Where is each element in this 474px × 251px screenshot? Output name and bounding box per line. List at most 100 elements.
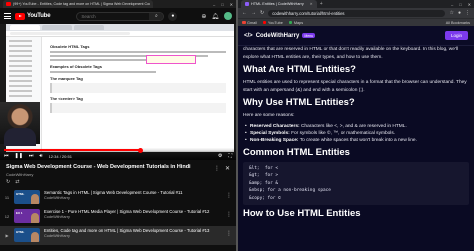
youtube-header: YouTube ⌕ ● ⊕ 🔔︎ xyxy=(0,8,236,24)
video-frame: Obsolete HTML Tags Examples of Obsolete … xyxy=(6,24,234,152)
playlist-controls: ↻ ⇄ xyxy=(6,179,19,185)
right-browser-tabstrip: HTML Entities | CodeWithHarry ✕ + – □ ✕ xyxy=(238,0,474,8)
tab-title: HTML Entities | CodeWithHarry xyxy=(251,2,304,6)
playlist-title[interactable]: Sigma Web Development Course - Web Devel… xyxy=(6,164,230,170)
pause-icon[interactable]: ❚❚ xyxy=(15,153,23,159)
maximize-icon[interactable]: □ xyxy=(221,2,223,7)
reasons-list: Reserved Characters: Characters like <, … xyxy=(243,123,469,144)
video-player[interactable]: Obsolete HTML Tags Examples of Obsolete … xyxy=(0,24,236,160)
next-icon[interactable]: ⏭ xyxy=(29,153,34,159)
list-item[interactable]: 12 EX 1 Exercise 1 - Pure HTML Media Pla… xyxy=(0,207,236,226)
youtube-logo[interactable]: YouTube xyxy=(15,12,51,20)
heading-common: Common HTML Entities xyxy=(243,146,350,158)
list-item-current[interactable]: ▶ HTML Entities, Code tag and more on HT… xyxy=(0,226,236,245)
youtube-wordmark: YouTube xyxy=(27,13,51,19)
shuffle-icon[interactable]: ⇄ xyxy=(15,179,19,185)
video-thumbnail: EX 1 xyxy=(14,209,40,223)
video-heading-marquee: The marquee Tag xyxy=(50,76,83,81)
presenter-shirt xyxy=(4,128,36,146)
list-item-channel: CodeWithHarry xyxy=(44,196,70,200)
video-heading: Obsolete HTML Tags xyxy=(50,44,90,49)
all-bookmarks-link[interactable]: All Bookmarks xyxy=(446,21,470,25)
video-inner-document: Obsolete HTML Tags Examples of Obsolete … xyxy=(42,37,234,152)
article-content: characters that are reserved in HTML or … xyxy=(238,46,474,223)
more-icon[interactable]: ⋮ xyxy=(226,211,232,218)
search-box: ⌕ xyxy=(76,11,165,21)
list-item[interactable]: 11 HTML Semantic Tags in HTML | Sigma We… xyxy=(0,188,236,207)
list-item-number: 11 xyxy=(4,195,10,200)
bookmark-youtube[interactable]: YouTube xyxy=(262,21,283,25)
now-playing-icon: ▶ xyxy=(5,233,9,238)
header-actions: ⊕ 🔔︎ xyxy=(201,12,232,20)
youtube-favicon-icon xyxy=(6,2,11,6)
fullscreen-icon[interactable]: ⛶ xyxy=(228,153,232,159)
volume-icon[interactable]: 🔊︎ xyxy=(39,153,42,159)
forward-icon[interactable]: → xyxy=(251,10,256,16)
loop-icon[interactable]: ↻ xyxy=(6,179,10,185)
list-item: Non-Breaking Space: To create white spac… xyxy=(243,137,469,144)
time-label: 12:34 / 20:51 xyxy=(48,153,72,159)
more-icon[interactable]: ⋮ xyxy=(214,165,220,172)
bookmarks-bar: Gmail YouTube Maps All Bookmarks xyxy=(238,18,474,26)
previous-icon[interactable]: ⏮ xyxy=(4,153,9,159)
new-tab-icon[interactable]: + xyxy=(320,1,323,7)
browser-menu-icon[interactable]: ⋮ xyxy=(465,10,470,16)
reload-icon[interactable]: ↻ xyxy=(260,10,264,16)
list-item: Reserved Characters: Characters like <, … xyxy=(243,123,469,130)
code-brackets-icon: </> xyxy=(244,32,253,39)
site-favicon-icon xyxy=(245,2,249,6)
what-paragraph: HTML entities are used to represent spec… xyxy=(243,80,467,93)
playlist-channel[interactable]: CodeWithHarry xyxy=(6,172,230,177)
maximize-icon[interactable]: □ xyxy=(459,2,461,7)
why-paragraph: Here are some reasons: xyxy=(243,113,295,118)
minimize-icon[interactable]: – xyxy=(213,2,215,7)
list-item: Special Symbols: For symbols like ©, ™, … xyxy=(243,130,469,137)
create-icon[interactable]: ⊕ xyxy=(201,13,206,20)
playlist-list: 11 HTML Semantic Tags in HTML | Sigma We… xyxy=(0,188,236,245)
list-item-title: Entities, Code tag and more on HTML | Si… xyxy=(44,228,210,233)
code-line: &nbsp; for a non-breaking space xyxy=(249,188,331,194)
avatar[interactable] xyxy=(224,12,232,20)
menu-badge[interactable]: Menu xyxy=(302,33,316,38)
back-icon[interactable]: ← xyxy=(242,10,247,16)
login-button[interactable]: Login xyxy=(444,31,468,40)
progress-bar[interactable] xyxy=(4,147,232,153)
bookmark-star-icon[interactable]: ☆ xyxy=(449,10,453,16)
address-bar: ← → ↻ codewithharry.com/tutorial/html-en… xyxy=(238,8,474,18)
heading-how: How to Use HTML Entities xyxy=(243,208,361,220)
left-browser-tabstrip: (99+) YouTube - Entities, Code tag and m… xyxy=(0,0,236,8)
code-line: &gt; for > xyxy=(249,173,279,179)
tab-youtube[interactable]: (99+) YouTube - Entities, Code tag and m… xyxy=(3,0,153,8)
progress-scrubber[interactable] xyxy=(138,147,144,153)
tab-html-entities[interactable]: HTML Entities | CodeWithHarry ✕ xyxy=(241,0,317,8)
code-line: &lt; for < xyxy=(249,165,279,171)
window-controls: – □ ✕ xyxy=(451,2,471,7)
close-playlist-icon[interactable]: ✕ xyxy=(225,165,230,172)
search-input[interactable] xyxy=(77,13,150,19)
minimize-icon[interactable]: – xyxy=(451,2,453,7)
bookmark-gmail[interactable]: Gmail xyxy=(242,21,257,25)
playlist-header: Sigma Web Development Course - Web Devel… xyxy=(0,162,236,184)
notifications-icon[interactable]: 🔔︎ xyxy=(211,13,219,20)
more-icon[interactable]: ⋮ xyxy=(226,192,232,199)
url-field[interactable]: codewithharry.com/tutorial/html-entities xyxy=(268,9,446,17)
codewithharry-window: HTML Entities | CodeWithHarry ✕ + – □ ✕ … xyxy=(238,0,474,251)
site-navbar: </> CodeWithHarry Menu Login xyxy=(238,26,474,46)
more-icon[interactable]: ⋮ xyxy=(226,230,232,237)
video-heading-examples: Examples of Obsolete Tags xyxy=(50,64,102,69)
close-icon[interactable]: ✕ xyxy=(230,2,233,7)
close-icon[interactable]: ✕ xyxy=(468,2,471,7)
list-item-channel: CodeWithHarry xyxy=(44,234,70,238)
menu-icon[interactable] xyxy=(4,13,11,19)
list-item-title: Semantic Tags in HTML | Sigma Web Develo… xyxy=(44,190,183,195)
microphone-icon[interactable]: ● xyxy=(168,11,178,21)
search-icon[interactable]: ⌕ xyxy=(149,12,164,20)
profile-icon[interactable]: ● xyxy=(458,10,461,16)
site-brand[interactable]: CodeWithHarry xyxy=(256,33,300,39)
close-tab-icon[interactable]: ✕ xyxy=(310,2,313,6)
settings-icon[interactable]: ⚙ xyxy=(218,153,222,159)
video-heading-center: The <center> Tag xyxy=(50,96,83,101)
bookmark-maps[interactable]: Maps xyxy=(288,21,303,25)
video-inner-popup xyxy=(146,55,196,64)
youtube-play-icon xyxy=(15,12,25,20)
